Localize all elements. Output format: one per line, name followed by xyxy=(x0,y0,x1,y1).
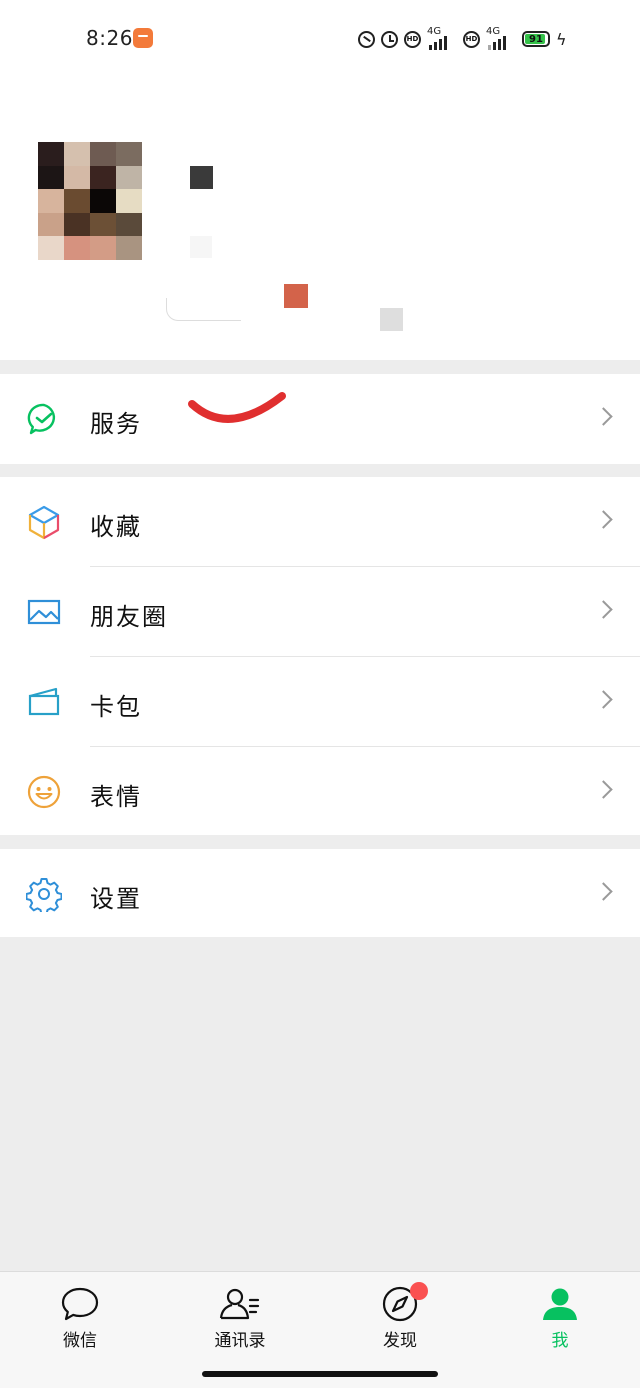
charging-icon: ϟ xyxy=(556,29,567,49)
services-icon xyxy=(27,403,56,435)
services-label: 服务 xyxy=(90,410,142,438)
notification-dot xyxy=(410,1282,428,1300)
id-redacted xyxy=(190,236,212,258)
tab-me[interactable]: 我 xyxy=(480,1272,640,1362)
tab-discover-label: 发现 xyxy=(383,1331,417,1351)
qr-redacted xyxy=(380,308,403,331)
status-bar: 8:26 HD 4G HD 4G 91 ϟ xyxy=(0,0,640,78)
favorites-row[interactable]: 收藏 xyxy=(0,477,640,567)
cube-icon xyxy=(28,505,60,540)
do-not-disturb-icon xyxy=(358,30,375,48)
status-icons: HD 4G HD 4G 91 ϟ xyxy=(358,26,567,52)
tab-contacts-label: 通讯录 xyxy=(214,1331,266,1351)
home-indicator xyxy=(202,1371,438,1377)
gear-icon xyxy=(26,878,62,912)
profile-header[interactable] xyxy=(0,78,640,360)
signal-icon-1: 4G xyxy=(427,26,457,50)
chevron-right-icon xyxy=(594,882,613,901)
name-redacted xyxy=(190,166,213,189)
stickers-label: 表情 xyxy=(90,783,142,811)
smiley-icon xyxy=(27,775,61,809)
battery-level: 91 xyxy=(529,33,543,45)
image-icon xyxy=(27,599,61,625)
signal-icon-2: 4G xyxy=(486,26,516,50)
avatar[interactable] xyxy=(38,142,142,260)
battery-icon: 91 xyxy=(522,31,550,47)
services-group: 服务 xyxy=(0,374,640,464)
chevron-right-icon xyxy=(594,780,613,799)
collection-group: 收藏 朋友圈 卡包 表情 xyxy=(0,477,640,835)
chevron-right-icon xyxy=(594,690,613,709)
services-row[interactable]: 服务 xyxy=(0,374,640,464)
settings-group: 设置 xyxy=(0,849,640,937)
cards-label: 卡包 xyxy=(90,693,142,721)
badge-redacted xyxy=(284,284,308,308)
person-icon xyxy=(543,1288,577,1320)
settings-label: 设置 xyxy=(90,885,142,913)
status-time: 8:26 xyxy=(86,26,133,50)
cards-row[interactable]: 卡包 xyxy=(0,657,640,747)
alarm-icon xyxy=(381,30,398,48)
wallet-icon xyxy=(28,687,60,716)
chevron-right-icon xyxy=(594,510,613,529)
tab-discover[interactable]: 发现 xyxy=(320,1272,480,1362)
stickers-row[interactable]: 表情 xyxy=(0,747,640,837)
tab-contacts[interactable]: 通讯录 xyxy=(160,1272,320,1362)
hd-icon-2: HD xyxy=(463,30,480,48)
chevron-right-icon xyxy=(594,407,613,426)
favorites-label: 收藏 xyxy=(90,513,142,541)
moments-label: 朋友圈 xyxy=(90,603,168,631)
tab-chats[interactable]: 微信 xyxy=(0,1272,160,1362)
app-notification-icon xyxy=(133,28,153,48)
hd-icon: HD xyxy=(404,30,421,48)
contacts-icon xyxy=(219,1288,260,1320)
chevron-right-icon xyxy=(594,600,613,619)
settings-row[interactable]: 设置 xyxy=(0,849,640,939)
tab-chats-label: 微信 xyxy=(63,1331,97,1351)
status-redacted xyxy=(166,298,241,321)
tab-me-label: 我 xyxy=(551,1331,569,1351)
moments-row[interactable]: 朋友圈 xyxy=(0,567,640,657)
red-scribble-mark xyxy=(188,392,286,423)
chat-bubble-icon xyxy=(61,1287,99,1321)
